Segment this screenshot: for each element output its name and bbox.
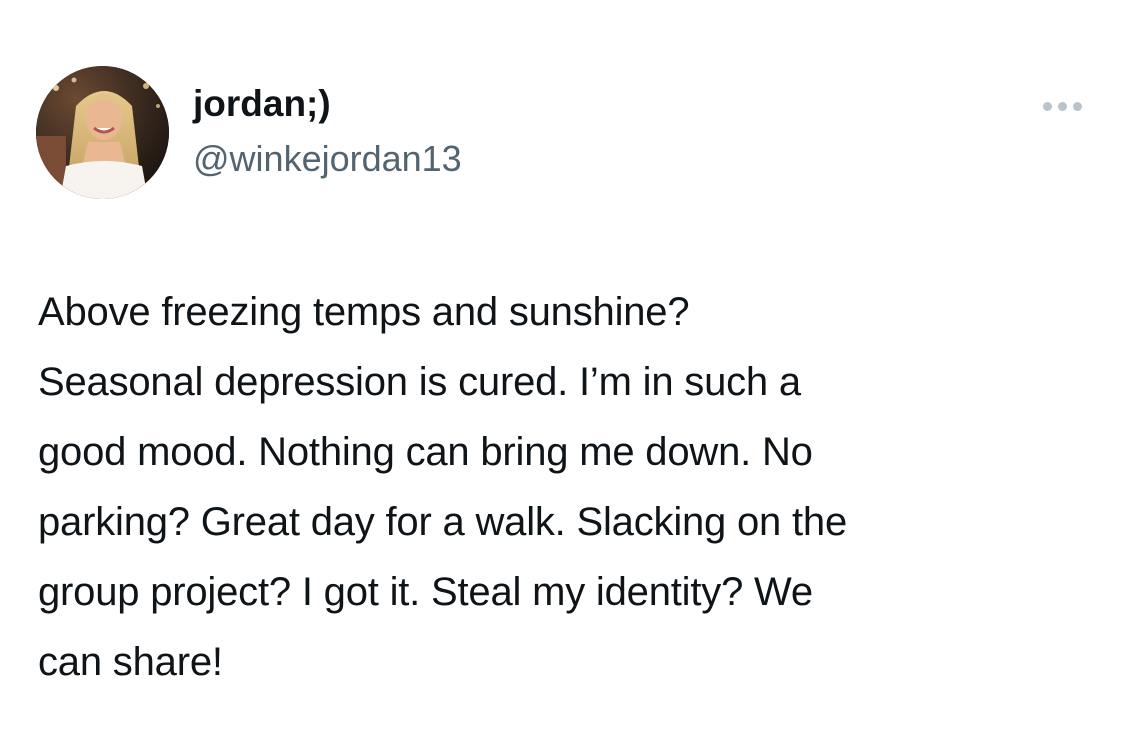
- more-options-ellipsis-icon: [1057, 101, 1067, 111]
- tweet-text: Above freezing temps and sunshine? Seaso…: [38, 277, 1098, 697]
- tweet-text-line: Seasonal depression is cured. I’m in suc…: [38, 360, 801, 404]
- tweet-text-line: parking? Great day for a walk. Slacking …: [38, 500, 848, 544]
- avatar-photo: [36, 66, 169, 199]
- more-options-button[interactable]: [1034, 88, 1090, 124]
- author-display-name[interactable]: jordan;): [193, 82, 331, 126]
- more-options-ellipsis-icon: [1072, 101, 1082, 111]
- more-options-ellipsis-icon: [1042, 101, 1052, 111]
- tweet-text-line: can share!: [38, 640, 223, 684]
- tweet-text-line: Above freezing temps and sunshine?: [38, 290, 690, 334]
- avatar[interactable]: [36, 66, 169, 199]
- tweet-card: jordan;) @winkejordan13 Above freezing t…: [0, 0, 1125, 733]
- tweet-text-line: good mood. Nothing can bring me down. No: [38, 430, 813, 474]
- author-handle[interactable]: @winkejordan13: [193, 137, 462, 181]
- tweet-text-line: group project? I got it. Steal my identi…: [38, 570, 813, 614]
